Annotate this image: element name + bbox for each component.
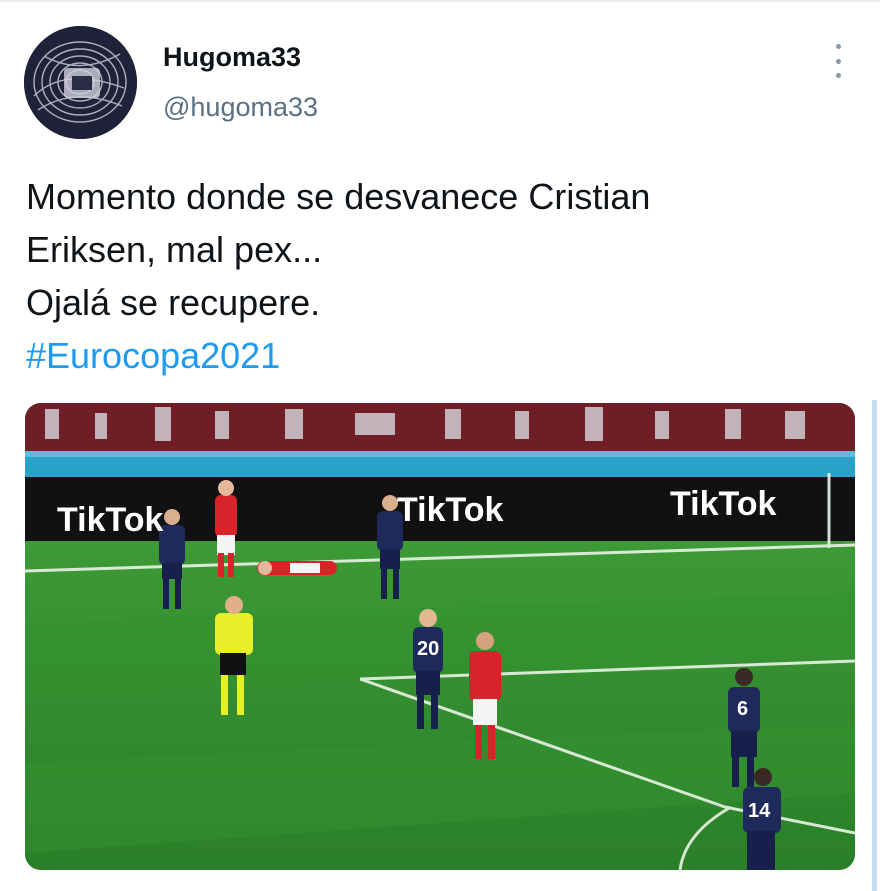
tweet-text: Momento donde se desvanece Cristian Erik…	[26, 170, 826, 382]
more-options-button[interactable]	[826, 44, 850, 78]
avatar[interactable]	[24, 26, 137, 139]
top-divider	[0, 0, 880, 2]
author-display-name[interactable]: Hugoma33	[163, 42, 301, 73]
jersey-number: 20	[417, 638, 439, 660]
tiktok-ad-board: TikTok	[670, 485, 777, 523]
tiktok-ad-board: TikTok	[397, 491, 504, 529]
author-handle[interactable]: @hugoma33	[163, 92, 318, 123]
scrollbar[interactable]	[872, 400, 877, 891]
avatar-image	[24, 26, 137, 139]
more-vertical-icon-dot	[835, 73, 841, 78]
jersey-number: 6	[737, 698, 748, 720]
tweet-text-line: Eriksen, mal pex...	[26, 229, 323, 270]
tiktok-ad-board: TikTok	[57, 501, 164, 539]
football-match-frame: 20 6 14 TikTok TikTok TikTok	[25, 403, 855, 870]
tweet-text-line: Momento donde se desvanece Cristian	[26, 176, 651, 217]
jersey-number: 14	[748, 800, 771, 822]
more-vertical-icon-dot	[835, 58, 841, 64]
tweet-media-video[interactable]: 20 6 14 TikTok TikTok TikTok	[25, 403, 855, 870]
more-vertical-icon	[835, 44, 841, 49]
tweet-text-line: Ojalá se recupere.	[26, 282, 321, 323]
hashtag-link[interactable]: #Eurocopa2021	[26, 329, 826, 382]
